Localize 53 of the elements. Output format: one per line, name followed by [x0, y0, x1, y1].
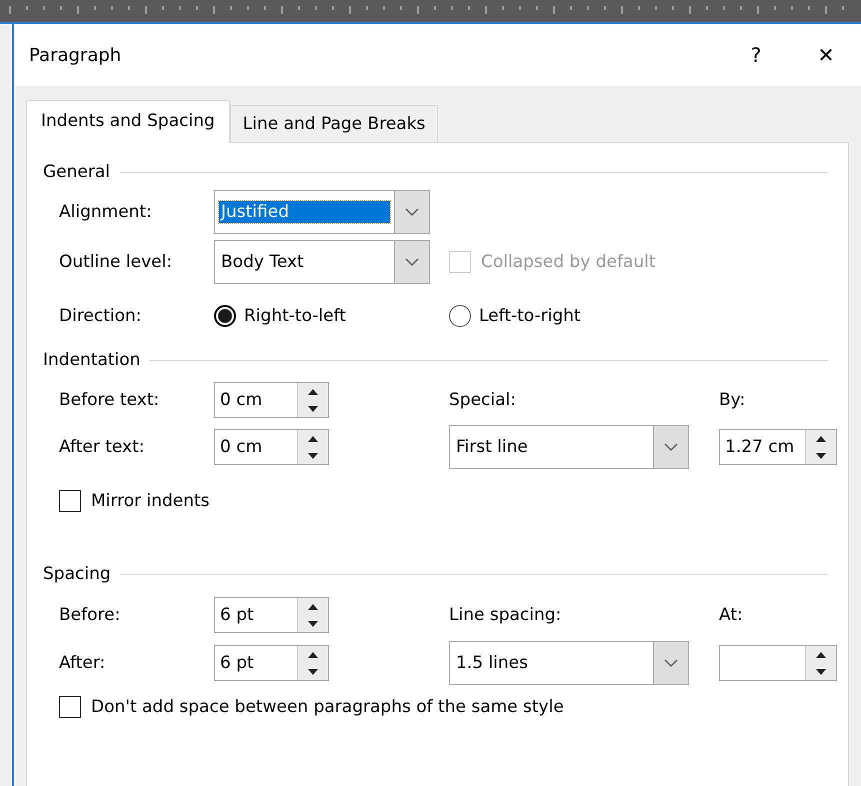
field-label: Right-to-left: [244, 306, 346, 326]
up-arrow-icon[interactable]: [308, 604, 318, 610]
field-label: Before text:: [59, 390, 160, 410]
field-label: After text:: [59, 437, 146, 457]
after-spinbox[interactable]: 6 pt: [214, 645, 329, 681]
field-label: Don't add space between paragraphs of the same style: [91, 697, 564, 717]
chevron-down-icon: [405, 208, 419, 216]
field-label: Left-to-right: [479, 306, 581, 326]
field-label: Collapsed by default: [481, 252, 656, 272]
tab[interactable]: Indents and Spacing: [26, 100, 230, 143]
field-label: Alignment:: [59, 202, 153, 222]
down-arrow-icon[interactable]: [308, 668, 318, 674]
up-arrow-icon[interactable]: [816, 436, 826, 442]
special-dropdown[interactable]: First line: [449, 425, 689, 469]
before-spinbox[interactable]: 6 pt: [214, 597, 329, 633]
up-arrow-icon[interactable]: [308, 436, 318, 442]
help-button[interactable]: ?: [721, 35, 791, 75]
before-text-spinbox[interactable]: 0 cm: [214, 382, 329, 418]
chevron-down-icon: [664, 443, 678, 451]
after-text-spinbox[interactable]: 0 cm: [214, 429, 329, 465]
down-arrow-icon[interactable]: [308, 452, 318, 458]
close-button[interactable]: ✕: [791, 35, 861, 75]
field-label: Line spacing:: [449, 605, 562, 625]
field-label: Before:: [59, 605, 122, 625]
down-arrow-icon[interactable]: [816, 452, 826, 458]
radio-button[interactable]: [449, 305, 471, 327]
tab[interactable]: Line and Page Breaks: [230, 105, 438, 142]
outline-level-dropdown[interactable]: Body Text: [214, 240, 430, 284]
section-heading: General: [43, 162, 110, 182]
section-heading: Indentation: [43, 350, 140, 370]
checkbox[interactable]: [59, 696, 81, 718]
down-arrow-icon[interactable]: [308, 406, 318, 412]
section-heading: Spacing: [43, 564, 111, 584]
up-arrow-icon[interactable]: [308, 388, 318, 394]
radio-button[interactable]: [214, 305, 236, 327]
field-label: Mirror indents: [91, 491, 210, 511]
line-spacing-dropdown[interactable]: 1.5 lines: [449, 641, 689, 685]
field-label: At:: [719, 605, 744, 625]
down-arrow-icon[interactable]: [816, 668, 826, 674]
down-arrow-icon[interactable]: [308, 620, 318, 626]
window-title: Paragraph: [29, 44, 122, 66]
field-label: Special:: [449, 390, 517, 410]
field-label: Direction:: [59, 306, 143, 326]
checkbox[interactable]: [59, 490, 81, 512]
field-label: By:: [719, 390, 746, 410]
field-label: Outline level:: [59, 252, 174, 272]
up-arrow-icon[interactable]: [308, 652, 318, 658]
up-arrow-icon[interactable]: [816, 652, 826, 658]
field-label: After:: [59, 653, 106, 673]
by-spinbox[interactable]: 1.27 cm: [719, 429, 837, 465]
chevron-down-icon: [405, 258, 419, 266]
alignment-dropdown[interactable]: Justified: [214, 190, 430, 234]
chevron-down-icon: [664, 659, 678, 667]
